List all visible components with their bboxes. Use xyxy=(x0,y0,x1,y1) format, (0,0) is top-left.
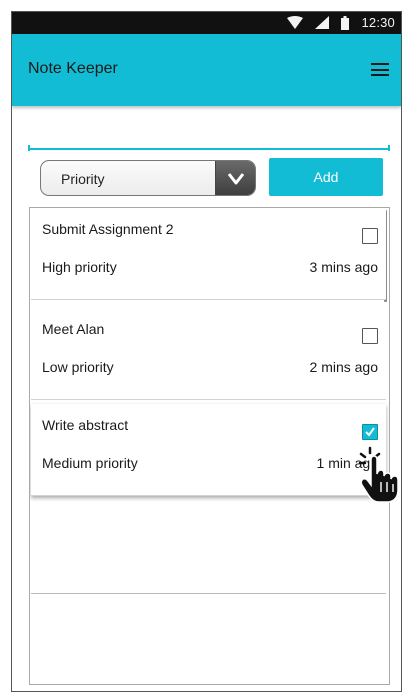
add-button[interactable]: Add xyxy=(269,158,383,196)
note-checkbox[interactable] xyxy=(362,424,378,440)
note-input[interactable] xyxy=(28,120,390,150)
status-time: 12:30 xyxy=(361,15,395,30)
note-timestamp: 3 mins ago xyxy=(309,259,378,275)
note-checkbox[interactable] xyxy=(362,228,378,244)
status-bar: 12:30 xyxy=(12,12,401,34)
empty-list-row xyxy=(31,498,386,594)
note-title: Meet Alan xyxy=(42,321,105,337)
note-priority: High priority xyxy=(42,259,117,275)
priority-dropdown-value: Priority xyxy=(61,171,105,187)
note-title: Write abstract xyxy=(42,417,129,433)
app-title: Note Keeper xyxy=(28,60,118,77)
hamburger-menu-icon[interactable] xyxy=(371,63,389,76)
note-item[interactable]: Write abstract Medium priority 1 min ago xyxy=(31,404,386,496)
note-list[interactable]: Submit Assignment 2 High priority 3 mins… xyxy=(29,207,390,685)
empty-list-row xyxy=(31,594,386,684)
phone-screen: 12:30 Note Keeper Priority Add Submit As… xyxy=(11,11,402,692)
note-item[interactable]: Submit Assignment 2 High priority 3 mins… xyxy=(31,208,386,300)
app-bar: Note Keeper xyxy=(12,34,401,106)
hand-pointer-icon xyxy=(358,446,399,503)
checkmark-icon xyxy=(365,427,375,437)
note-priority: Medium priority xyxy=(42,455,138,471)
priority-dropdown[interactable]: Priority xyxy=(40,160,256,196)
battery-icon xyxy=(341,15,350,30)
dropdown-arrow xyxy=(215,161,255,195)
note-priority: Low priority xyxy=(42,359,114,375)
note-item[interactable]: Meet Alan Low priority 2 mins ago xyxy=(31,308,386,400)
wifi-icon xyxy=(287,16,304,29)
note-checkbox[interactable] xyxy=(362,328,378,344)
signal-icon xyxy=(315,16,330,29)
note-timestamp: 2 mins ago xyxy=(309,359,378,375)
input-underline-tick xyxy=(388,145,390,151)
note-title: Submit Assignment 2 xyxy=(42,221,174,237)
chevron-down-icon xyxy=(227,173,245,185)
input-underline-tick xyxy=(28,145,30,151)
